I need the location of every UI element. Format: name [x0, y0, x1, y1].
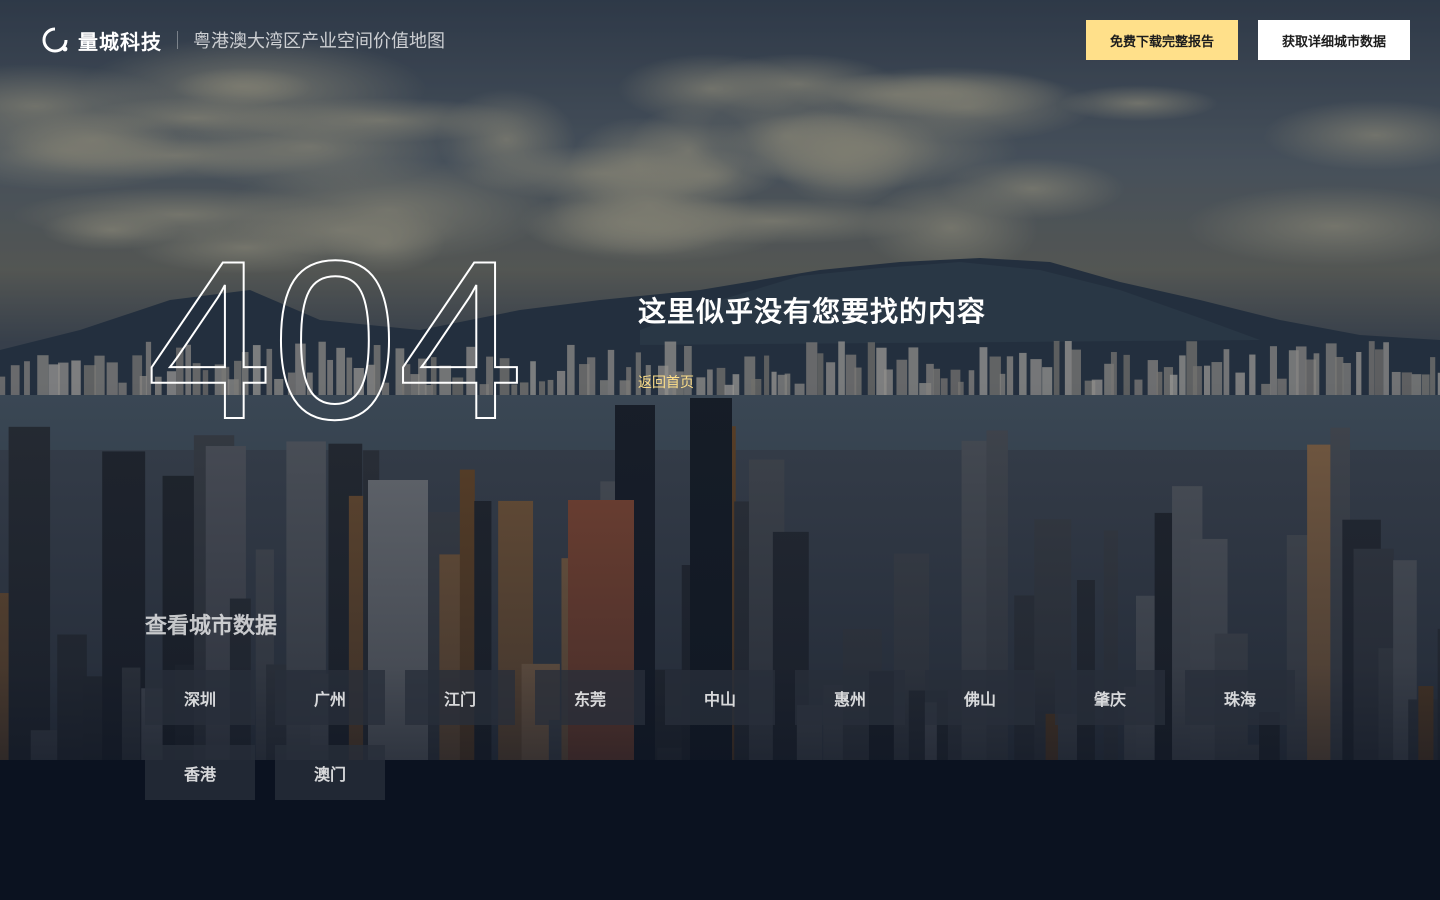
error-message: 这里似乎没有您要找的内容: [638, 295, 987, 328]
site-subtitle: 粤港澳大湾区产业空间价值地图: [193, 31, 445, 52]
city-button-foshan[interactable]: 佛山: [925, 670, 1035, 725]
city-button-dongguan[interactable]: 东莞: [535, 670, 645, 725]
error-code: 404: [145, 250, 524, 430]
top-header: 量城科技 粤港澳大湾区产业空间价值地图 免费下载完整报告 获取详细城市数据: [0, 0, 1440, 80]
brand-name[interactable]: 量城科技: [78, 26, 162, 55]
city-button-zhongshan[interactable]: 中山: [665, 670, 775, 725]
city-button-hongkong[interactable]: 香港: [145, 745, 255, 800]
city-button-zhaoqing[interactable]: 肇庆: [1055, 670, 1165, 725]
city-button-guangzhou[interactable]: 广州: [275, 670, 385, 725]
city-button-zhuhai[interactable]: 珠海: [1185, 670, 1295, 725]
city-button-jiangmen[interactable]: 江门: [405, 670, 515, 725]
brand-logo-icon: [42, 27, 68, 53]
city-data-button[interactable]: 获取详细城市数据: [1258, 20, 1410, 60]
download-report-button[interactable]: 免费下载完整报告: [1086, 20, 1238, 60]
back-home-link[interactable]: 返回首页: [638, 372, 694, 392]
error-code-text: 404: [146, 250, 523, 430]
header-divider: [177, 31, 178, 49]
city-list: 深圳 广州 江门 东莞 中山 惠州 佛山 肇庆 珠海 香港 澳门: [145, 670, 1315, 800]
city-button-macau[interactable]: 澳门: [275, 745, 385, 800]
city-section-title: 查看城市数据: [145, 614, 278, 639]
city-button-shenzhen[interactable]: 深圳: [145, 670, 255, 725]
city-button-huizhou[interactable]: 惠州: [795, 670, 905, 725]
